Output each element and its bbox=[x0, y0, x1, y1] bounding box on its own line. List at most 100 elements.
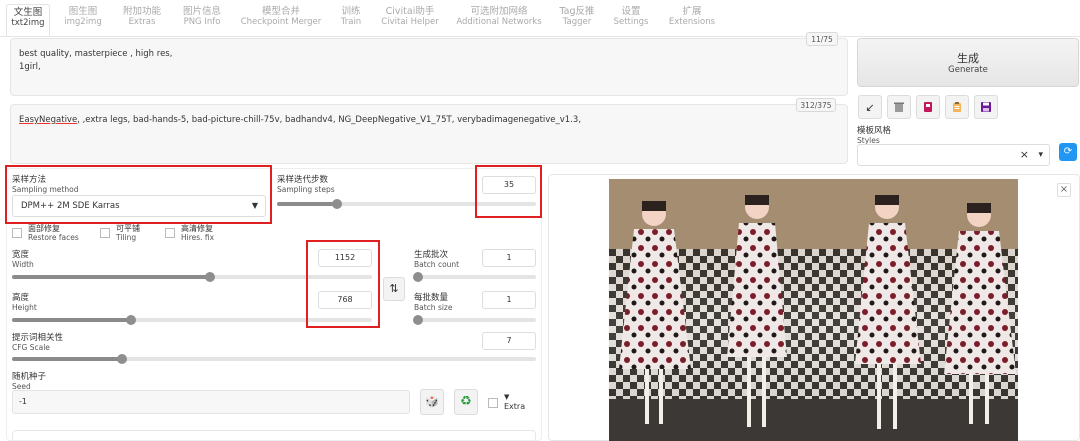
cfg-scale-label: 提示词相关性 CFG Scale bbox=[12, 334, 63, 353]
tab-label: 图生图 bbox=[68, 6, 98, 17]
random-seed-dice-icon[interactable]: 🎲 bbox=[420, 389, 444, 415]
trash-icon[interactable] bbox=[887, 95, 911, 119]
refresh-styles-icon[interactable]: ⟳ bbox=[1059, 143, 1077, 161]
prompt-textarea[interactable]: best quality, masterpiece , high res, 1g… bbox=[10, 38, 848, 96]
slider-fill bbox=[12, 357, 123, 361]
tab-label: Tag反推 bbox=[559, 6, 595, 17]
height-label-en: Height bbox=[12, 303, 37, 312]
slider-thumb[interactable] bbox=[117, 354, 128, 364]
tab-sublabel: Settings bbox=[613, 17, 649, 27]
sampling-steps-label: 采样迭代步数 Sampling steps bbox=[277, 175, 335, 195]
batch-size-slider[interactable] bbox=[413, 315, 536, 325]
tab-tagger[interactable]: Tag反推 Tagger bbox=[554, 6, 600, 34]
tab-extras[interactable]: 附加功能 Extras bbox=[116, 6, 168, 34]
extra-seed-checkbox[interactable] bbox=[488, 398, 498, 408]
tab-txt2img[interactable]: 文生图 txt2img bbox=[6, 4, 50, 36]
height-label-cn: 高度 bbox=[12, 293, 30, 303]
tab-img2img[interactable]: 图生图 img2img bbox=[58, 6, 108, 34]
generate-label: 生成 bbox=[957, 52, 979, 65]
styles-label-cn: 模板风格 bbox=[857, 126, 892, 136]
extra-seed-label[interactable]: ▼ Extra bbox=[504, 393, 525, 411]
tab-label: 图片信息 bbox=[182, 6, 221, 17]
tab-checkpoint-merger[interactable]: 模型合并 Checkpoint Merger bbox=[238, 6, 324, 34]
tab-sublabel: Extensions bbox=[668, 17, 716, 27]
negative-prompt-embedding: EasyNegative bbox=[19, 115, 78, 125]
tab-sublabel: img2img bbox=[64, 17, 102, 27]
tab-label: 设置 bbox=[621, 6, 641, 17]
restore-faces-label-en: Restore faces bbox=[28, 232, 79, 242]
card-glyph bbox=[924, 102, 932, 112]
swap-dimensions-icon[interactable]: ⇅ bbox=[383, 277, 405, 301]
slider-fill bbox=[12, 318, 131, 322]
tab-label: 模型合并 bbox=[261, 6, 300, 17]
tab-sublabel: Checkpoint Merger bbox=[240, 17, 322, 27]
width-label: 宽度 Width bbox=[12, 250, 34, 270]
tab-settings[interactable]: 设置 Settings bbox=[608, 6, 654, 34]
tiling-label-en: Tiling bbox=[116, 232, 137, 242]
save-icon[interactable] bbox=[974, 95, 998, 119]
generate-sublabel: Generate bbox=[948, 65, 988, 75]
batch-size-input[interactable]: 1 bbox=[482, 291, 536, 309]
restore-faces-checkbox[interactable] bbox=[12, 228, 22, 238]
tab-sublabel: Train bbox=[340, 17, 362, 27]
tab-sublabel: Tagger bbox=[562, 17, 592, 27]
negative-prompt-token-counter: 312/375 bbox=[796, 98, 836, 112]
tab-extensions[interactable]: 扩展 Extensions bbox=[664, 6, 720, 34]
slider-fill bbox=[12, 275, 210, 279]
slider-thumb[interactable] bbox=[205, 272, 215, 282]
hires-fix-label-en: Hires. fix bbox=[181, 232, 215, 242]
negative-prompt-textarea[interactable]: EasyNegative, ,extra legs, bad-hands-5, … bbox=[10, 104, 848, 164]
style-card-icon[interactable] bbox=[916, 95, 940, 119]
cfg-scale-input[interactable]: 7 bbox=[482, 332, 536, 350]
tab-label: 训练 bbox=[341, 6, 361, 17]
tab-label: 扩展 bbox=[682, 6, 702, 17]
tab-label: Civitai助手 bbox=[385, 6, 435, 17]
clipboard-glyph bbox=[953, 102, 961, 112]
tiling-label-cn: 可平铺 bbox=[116, 224, 140, 233]
restore-faces-label-cn: 面部修复 bbox=[28, 224, 60, 233]
triangle-down-icon: ▼ bbox=[504, 393, 510, 401]
slider-thumb[interactable] bbox=[413, 315, 423, 325]
batch-count-label-en: Batch count bbox=[414, 260, 460, 269]
slider-thumb[interactable] bbox=[331, 199, 342, 209]
batch-count-slider[interactable] bbox=[413, 272, 536, 282]
tab-sublabel: Civitai Helper bbox=[381, 17, 439, 27]
generated-image[interactable] bbox=[609, 179, 1018, 441]
sampling-steps-label-cn: 采样迭代步数 bbox=[277, 175, 329, 185]
slider-thumb[interactable] bbox=[413, 272, 423, 282]
batch-size-label-en: Batch size bbox=[414, 303, 453, 312]
slider-thumb[interactable] bbox=[125, 315, 136, 325]
tab-label: 可选附加网络 bbox=[470, 6, 528, 17]
highlight-sampling-method bbox=[5, 165, 272, 224]
clipboard-icon[interactable] bbox=[945, 95, 969, 119]
sampling-steps-label-en: Sampling steps bbox=[277, 185, 335, 194]
chevron-down-icon: ▾ bbox=[1038, 150, 1043, 160]
tab-png-info[interactable]: 图片信息 PNG Info bbox=[174, 6, 230, 34]
reuse-seed-recycle-icon[interactable]: ♻ bbox=[454, 389, 478, 415]
read-params-icon[interactable]: ↙ bbox=[858, 95, 882, 119]
close-icon[interactable]: × bbox=[1057, 183, 1071, 197]
tab-bar: 文生图 txt2img 图生图 img2img 附加功能 Extras 图片信息 PNG… bbox=[0, 0, 1080, 37]
tab-label: 附加功能 bbox=[122, 6, 161, 17]
batch-size-label-cn: 每批数量 bbox=[414, 293, 449, 303]
styles-dropdown[interactable]: × ▾ bbox=[857, 144, 1050, 166]
seed-input[interactable]: -1 bbox=[12, 390, 410, 414]
width-label-cn: 宽度 bbox=[12, 250, 30, 260]
hires-fix-label: 高清修复 Hires. fix bbox=[181, 224, 215, 242]
hires-fix-checkbox[interactable] bbox=[165, 228, 175, 238]
tiling-checkbox[interactable] bbox=[100, 228, 110, 238]
tab-sublabel: Additional Networks bbox=[456, 17, 542, 27]
cfg-scale-label-en: CFG Scale bbox=[12, 343, 50, 352]
extra-label-text: Extra bbox=[504, 402, 526, 411]
tab-additional-networks[interactable]: 可选附加网络 Additional Networks bbox=[450, 6, 548, 34]
cfg-scale-slider[interactable] bbox=[12, 354, 536, 364]
seed-label: 随机种子 Seed bbox=[12, 373, 46, 392]
styles-label: 模板风格 Styles bbox=[857, 126, 892, 146]
generate-button[interactable]: 生成 Generate bbox=[857, 38, 1079, 87]
restore-faces-label: 面部修复 Restore faces bbox=[28, 224, 79, 242]
clear-icon[interactable]: × bbox=[1020, 145, 1029, 165]
tab-civitai-helper[interactable]: Civitai助手 Civitai Helper bbox=[378, 6, 442, 34]
tab-train[interactable]: 训练 Train bbox=[332, 6, 370, 34]
slider-fill bbox=[277, 202, 337, 206]
batch-count-input[interactable]: 1 bbox=[482, 249, 536, 267]
